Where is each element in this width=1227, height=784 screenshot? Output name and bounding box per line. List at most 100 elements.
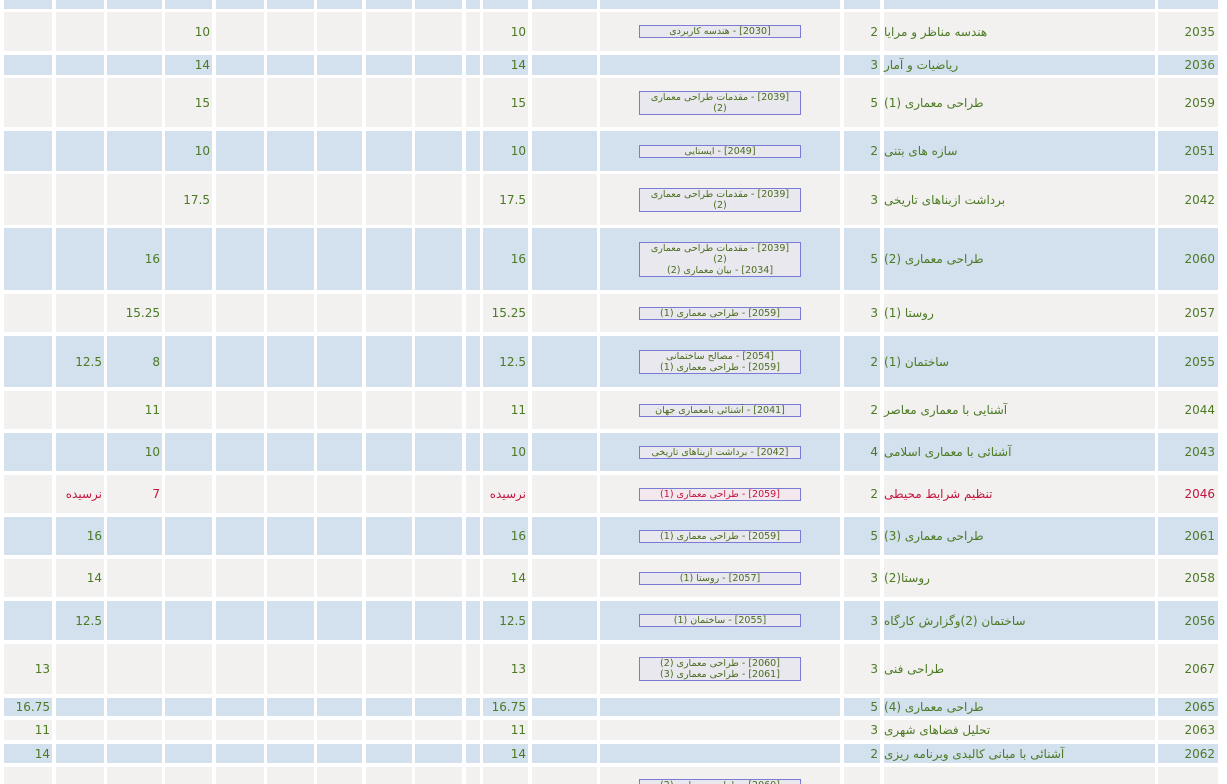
grade-value: 11 — [144, 403, 160, 417]
units-cell: 3 — [844, 55, 880, 75]
grade-value: 14 — [34, 746, 50, 761]
grade-cell — [415, 644, 462, 694]
course-title: برداشت ازبناهای تاریخی — [884, 192, 1006, 207]
grade-cell: 16.75 — [4, 698, 52, 716]
course-code-cell: 2055 — [1158, 336, 1218, 387]
grade-cell — [267, 131, 314, 171]
prerequisites-cell: [2059] - طراحی معماری (1) — [600, 517, 840, 555]
course-title-cell: هندسه مناظر و مرایا — [884, 12, 1155, 51]
prerequisite-line: [2049] - ایستایی — [684, 145, 756, 157]
course-code-cell: 2057 — [1158, 294, 1218, 332]
grade-cell: 13 — [4, 644, 52, 694]
grade-cell — [4, 559, 52, 597]
grade-cell — [165, 767, 212, 784]
prerequisite-line: (2) — [713, 199, 727, 211]
grade-value: 11 — [510, 403, 526, 417]
course-code-cell: 2060 — [1158, 228, 1218, 290]
grade-cell: 12.5 — [483, 336, 528, 387]
grade-value: نرسیده — [65, 487, 102, 501]
grade-cell — [415, 228, 462, 290]
prerequisites-box: [2049] - ایستایی — [639, 144, 801, 158]
grade-cell — [317, 12, 362, 51]
course-code-cell: 2051 — [1158, 131, 1218, 171]
grade-cell — [216, 720, 264, 740]
grade-cell: 11 — [4, 720, 52, 740]
course-title-cell: تنظیم شرایط محیطی — [884, 475, 1155, 513]
grade-cell: 14 — [4, 744, 52, 763]
course-units: 3 — [870, 58, 878, 72]
table-row: 14 14 2 آشنائی با مبانی کالبدی وبرنامه ریزی… — [0, 744, 1227, 763]
prerequisites-box: [2059] - طراحی معماری (1) — [639, 529, 801, 543]
grade-cell: 10 — [165, 131, 212, 171]
course-code-cell: 2062 — [1158, 744, 1218, 763]
grade-cell — [466, 601, 480, 640]
grade-cell: 11 — [483, 391, 528, 429]
grade-value: 17.5 — [499, 192, 526, 207]
course-units: 2 — [870, 24, 878, 39]
table-row: 10 10 [2030] - هندسه کاربردی 2 هندسه مناظر و… — [0, 12, 1227, 51]
grade-cell: 15.25 — [107, 294, 162, 332]
grade-cell — [267, 475, 314, 513]
grade-value: 12.5 — [75, 613, 102, 628]
grade-cell — [267, 55, 314, 75]
grade-cell — [216, 517, 264, 555]
table-row: 14 14 3 ریاضیات و آمار 2036 — [0, 55, 1227, 75]
grade-cell: 10 — [483, 12, 528, 51]
grade-cell: 10 — [165, 12, 212, 51]
course-title: آشنائی با معماری اسلامی — [884, 445, 1012, 459]
grade-cell — [267, 601, 314, 640]
course-units: 3 — [870, 723, 878, 737]
grade-cell — [366, 228, 412, 290]
spacer-cell — [532, 228, 597, 290]
grade-cell — [107, 744, 162, 763]
course-title: سازه های بتنی — [884, 144, 958, 158]
table-row: 16 16 [2059] - طراحی معماری (1) 5 طراحی معما… — [0, 517, 1227, 555]
grade-cell — [366, 55, 412, 75]
table-row: [2060] - طراحی معماری (2) — [0, 767, 1227, 784]
prerequisites-cell: [2059] - طراحی معماری (1) — [600, 294, 840, 332]
grade-cell — [107, 601, 162, 640]
grade-cell — [165, 391, 212, 429]
grade-value: 15 — [510, 95, 526, 110]
grade-value: 8 — [152, 354, 160, 369]
grade-cell: 15 — [165, 78, 212, 127]
course-code: 2057 — [1184, 306, 1215, 320]
grade-value: 16 — [144, 252, 160, 266]
grade-cell — [317, 698, 362, 716]
course-title-cell: ساختمان (2)وگزارش کارگاه — [884, 601, 1155, 640]
grade-cell — [366, 433, 412, 471]
grade-cell — [466, 228, 480, 290]
grade-value: 14 — [510, 571, 526, 585]
grade-cell — [466, 517, 480, 555]
course-title-cell: طراحی معماری (2) — [884, 228, 1155, 290]
grade-cell — [56, 174, 104, 225]
course-units: 2 — [870, 144, 878, 158]
units-cell: 4 — [844, 433, 880, 471]
spacer-cell — [532, 475, 597, 513]
units-cell: 2 — [844, 12, 880, 51]
grade-cell — [165, 698, 212, 716]
prerequisites-box: [2057] - روستا (1) — [639, 571, 801, 585]
grade-value: 10 — [194, 144, 210, 158]
course-units: 4 — [870, 445, 878, 459]
course-code: 2059 — [1184, 95, 1215, 110]
grade-value: 14 — [194, 58, 210, 72]
spacer-cell — [532, 55, 597, 75]
prerequisites-cell: [2039] - مقدمات طراحی معماری (2) — [600, 78, 840, 127]
table-row: 10 10 [2042] - برداشت ازبناهای تاریخی 4 آشنا… — [0, 433, 1227, 471]
prerequisite-line: [2041] - آشنائی بامعماری جهان — [655, 404, 785, 416]
grade-cell — [466, 55, 480, 75]
grade-cell — [317, 294, 362, 332]
course-code-cell: 2046 — [1158, 475, 1218, 513]
units-cell: 2 — [844, 336, 880, 387]
units-cell: 5 — [844, 228, 880, 290]
table-row: 13 13 [2060] - طراحی معماری (2) [2061] - طر… — [0, 644, 1227, 694]
grade-cell — [107, 12, 162, 51]
prerequisites-box: [2039] - مقدمات طراحی معماری (2) [2034] - … — [639, 241, 801, 277]
grade-cell — [56, 0, 104, 9]
grade-cell — [267, 12, 314, 51]
grade-cell — [415, 698, 462, 716]
grade-cell — [4, 767, 52, 784]
spacer-cell — [532, 131, 597, 171]
grade-cell — [317, 601, 362, 640]
